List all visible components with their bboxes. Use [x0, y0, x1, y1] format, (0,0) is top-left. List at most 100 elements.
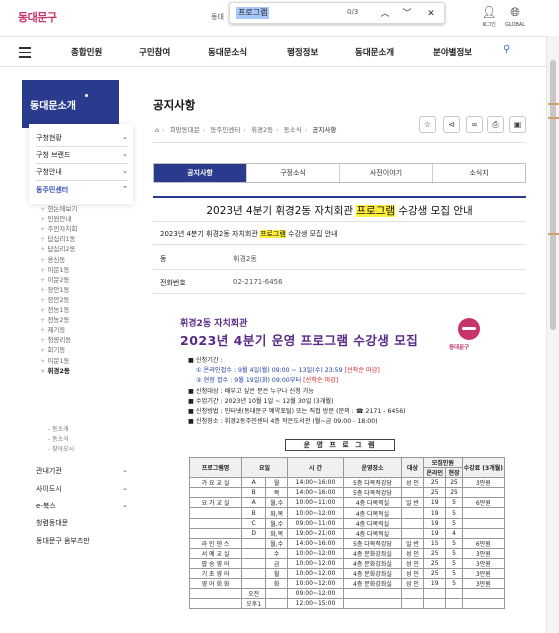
dot-icon — [85, 94, 88, 97]
poster-line: ② 현장 접수 : 9월 19일(화) 09:00부터 [선착순 마감] — [196, 377, 339, 385]
table-row: 오전 09:00~12:00 — [189, 588, 506, 600]
chevron-up-icon[interactable]: ︿ — [378, 7, 392, 21]
sidebar-item-status[interactable]: 구청현황 ⌄ — [36, 133, 128, 147]
scrollbar-thumb[interactable] — [550, 60, 556, 330]
table-cell: 4층 문화강좌실 — [342, 568, 402, 580]
sidebar-dong-item[interactable]: + 장안1동 — [40, 284, 70, 294]
sidebar-item-sister-cities[interactable]: 사이도시 ⌄ — [36, 484, 128, 494]
poster-line: ■ 수업기간 : 2023년 10월 1일 ~ 12월 30일 (3개월) — [188, 397, 334, 405]
table-cell: 월,수 — [265, 517, 288, 529]
sidebar-dong-item[interactable]: + 주민자치회 — [40, 223, 77, 233]
sidebar-dong-item[interactable]: + 민원안내 — [40, 213, 71, 223]
site-logo[interactable]: 동대문구 — [18, 9, 57, 25]
table-cell — [400, 507, 424, 519]
login-button[interactable]: 👤︎ 로그인 — [475, 5, 503, 28]
table-cell: 6만원 — [461, 537, 506, 549]
sidebar-dong-item[interactable]: + 현논에보기 — [40, 203, 77, 213]
table-row: D 화,목 19:00~21:00 4층 다목적실 19 4 — [189, 527, 506, 539]
table-cell: 5 — [445, 568, 463, 580]
breadcrumb-item[interactable]: 동소식 — [284, 126, 302, 134]
sidebar-dong-item[interactable]: + 이문1동 — [40, 355, 70, 365]
tab-photo[interactable]: 사진이야기 — [340, 164, 433, 182]
sidebar-item-integrity[interactable]: 청렴동대문 — [36, 518, 128, 528]
sidebar-dong-item[interactable]: + 제기동 — [40, 324, 65, 334]
table-cell: 성 인 — [400, 568, 424, 580]
chevron-down-icon[interactable]: ﹀ — [400, 7, 414, 21]
nav-item-admin[interactable]: 행정정보 — [287, 46, 318, 58]
table-cell — [265, 598, 288, 610]
sub-item-intro[interactable]: - 동소개 — [48, 424, 69, 433]
sidebar-item-dong[interactable]: 동주민센터 ⌃ — [36, 185, 128, 195]
table-cell: B — [240, 507, 267, 519]
sidebar-item-guide[interactable]: 구청안내 ⌄ — [36, 167, 128, 181]
table-cell: 월,수 — [265, 497, 288, 509]
breadcrumb-item[interactable]: 희망동대문 — [170, 126, 200, 134]
table-cell — [189, 507, 242, 519]
dongdaemun-emblem-icon — [458, 318, 480, 340]
chevron-up-icon: ⌃ — [122, 185, 128, 193]
tab-newsletter[interactable]: 소식지 — [433, 164, 525, 182]
table-cell — [461, 598, 506, 610]
table-cell — [240, 557, 267, 570]
sidebar-dong-item[interactable]: + 답십리2동 — [40, 243, 76, 253]
table-cell: 화,목 — [265, 507, 288, 519]
sidebar-dong-item[interactable]: + 전농1동 — [40, 304, 70, 314]
breadcrumb-item[interactable]: 휘경2동 — [251, 126, 273, 134]
poster-title: 2023년 4분기 운영 프로그램 수강생 모집 — [180, 333, 419, 348]
link-icon[interactable]: ∞ — [466, 116, 483, 133]
qr-icon[interactable]: ▣ — [509, 116, 526, 133]
table-cell — [189, 588, 242, 600]
sidebar-dong-item[interactable]: + 이문2동 — [40, 274, 70, 284]
table-row: 팝 송 영 어 금 10:00~12:00 4층 문화강좌실 성 인 25 5 3만원 — [189, 557, 506, 570]
breadcrumb-item[interactable]: 동주민센터 — [210, 126, 240, 134]
sidebar-dong-item[interactable]: + 회기동 — [40, 344, 65, 354]
search-icon[interactable]: ⚲ — [503, 44, 510, 55]
table-cell: 3만원 — [461, 568, 506, 580]
sidebar-dong-item[interactable]: + 답십리1동 — [40, 233, 76, 243]
sidebar-dong-item[interactable]: + 이문1동 — [40, 264, 70, 274]
share-icon[interactable]: ⊲ — [443, 116, 460, 133]
sub-item-directions[interactable]: - 찾아오시 — [48, 444, 74, 453]
tab-notice[interactable]: 공지사항 — [154, 164, 247, 182]
nav-item-participation[interactable]: 구민참여 — [139, 46, 170, 58]
star-icon[interactable]: ☆ — [419, 116, 436, 133]
table-header: 모집인원 — [422, 456, 463, 469]
table-cell — [445, 598, 463, 610]
divider — [153, 196, 526, 198]
menu-icon[interactable] — [19, 47, 31, 61]
sidebar-item-ebooks[interactable]: e-북스 ⌄ — [36, 501, 128, 511]
tab-news[interactable]: 구정소식 — [247, 164, 340, 182]
print-icon[interactable]: ⎙ — [487, 116, 504, 133]
home-icon[interactable]: ⌂ — [155, 126, 159, 134]
sidebar-dong-item[interactable]: + 장안2동 — [40, 294, 70, 304]
find-input[interactable]: 프로그램 — [236, 7, 270, 19]
global-button[interactable]: 🌐︎ GLOBAL — [501, 5, 529, 28]
table-cell — [461, 588, 506, 600]
find-match-highlight: 프로그램 — [260, 230, 286, 238]
schedule-table: 프로그램명 요일 시 간 운영장소 대상 모집인원 수강료 (3개월) 온라인 … — [189, 456, 506, 610]
table-cell: 수 — [265, 547, 288, 559]
sidebar-item-agencies[interactable]: 관내기관 ⌄ — [36, 466, 128, 476]
sidebar-item-brand[interactable]: 구청 브랜드 ⌄ — [36, 150, 128, 164]
table-cell — [342, 598, 402, 610]
table-cell: 5 — [445, 507, 463, 519]
close-icon[interactable]: ✕ — [424, 7, 438, 21]
table-cell: 09:00~12:00 — [286, 588, 344, 600]
table-cell: 성 인 — [400, 477, 424, 489]
table-cell: 19 — [422, 497, 447, 509]
sidebar-item-ombudsman[interactable]: 동대문구 옴부즈만 — [36, 536, 128, 546]
nav-item-civil[interactable]: 종합민원 — [71, 46, 102, 58]
dept-label: 동 — [160, 255, 167, 263]
nav-item-fields[interactable]: 분야별정보 — [433, 46, 472, 58]
sidebar-dong-item[interactable]: + 청량리동 — [40, 334, 71, 344]
sub-item-news[interactable]: - 동소식 — [48, 434, 69, 443]
sidebar-dong-item[interactable]: + 전농2동 — [40, 314, 70, 324]
sidebar-dong-item[interactable]: + 용신동 — [40, 254, 65, 264]
nav-item-news[interactable]: 동대문소식 — [208, 46, 247, 58]
sidebar-dong-item[interactable]: + 휘경2동 — [40, 365, 70, 375]
page-scrollbar[interactable] — [546, 36, 559, 633]
table-cell: 성 인 — [400, 557, 424, 570]
nav-item-about[interactable]: 동대문소개 — [355, 46, 394, 58]
divider — [153, 221, 526, 222]
chevron-down-icon: ⌄ — [122, 501, 128, 509]
